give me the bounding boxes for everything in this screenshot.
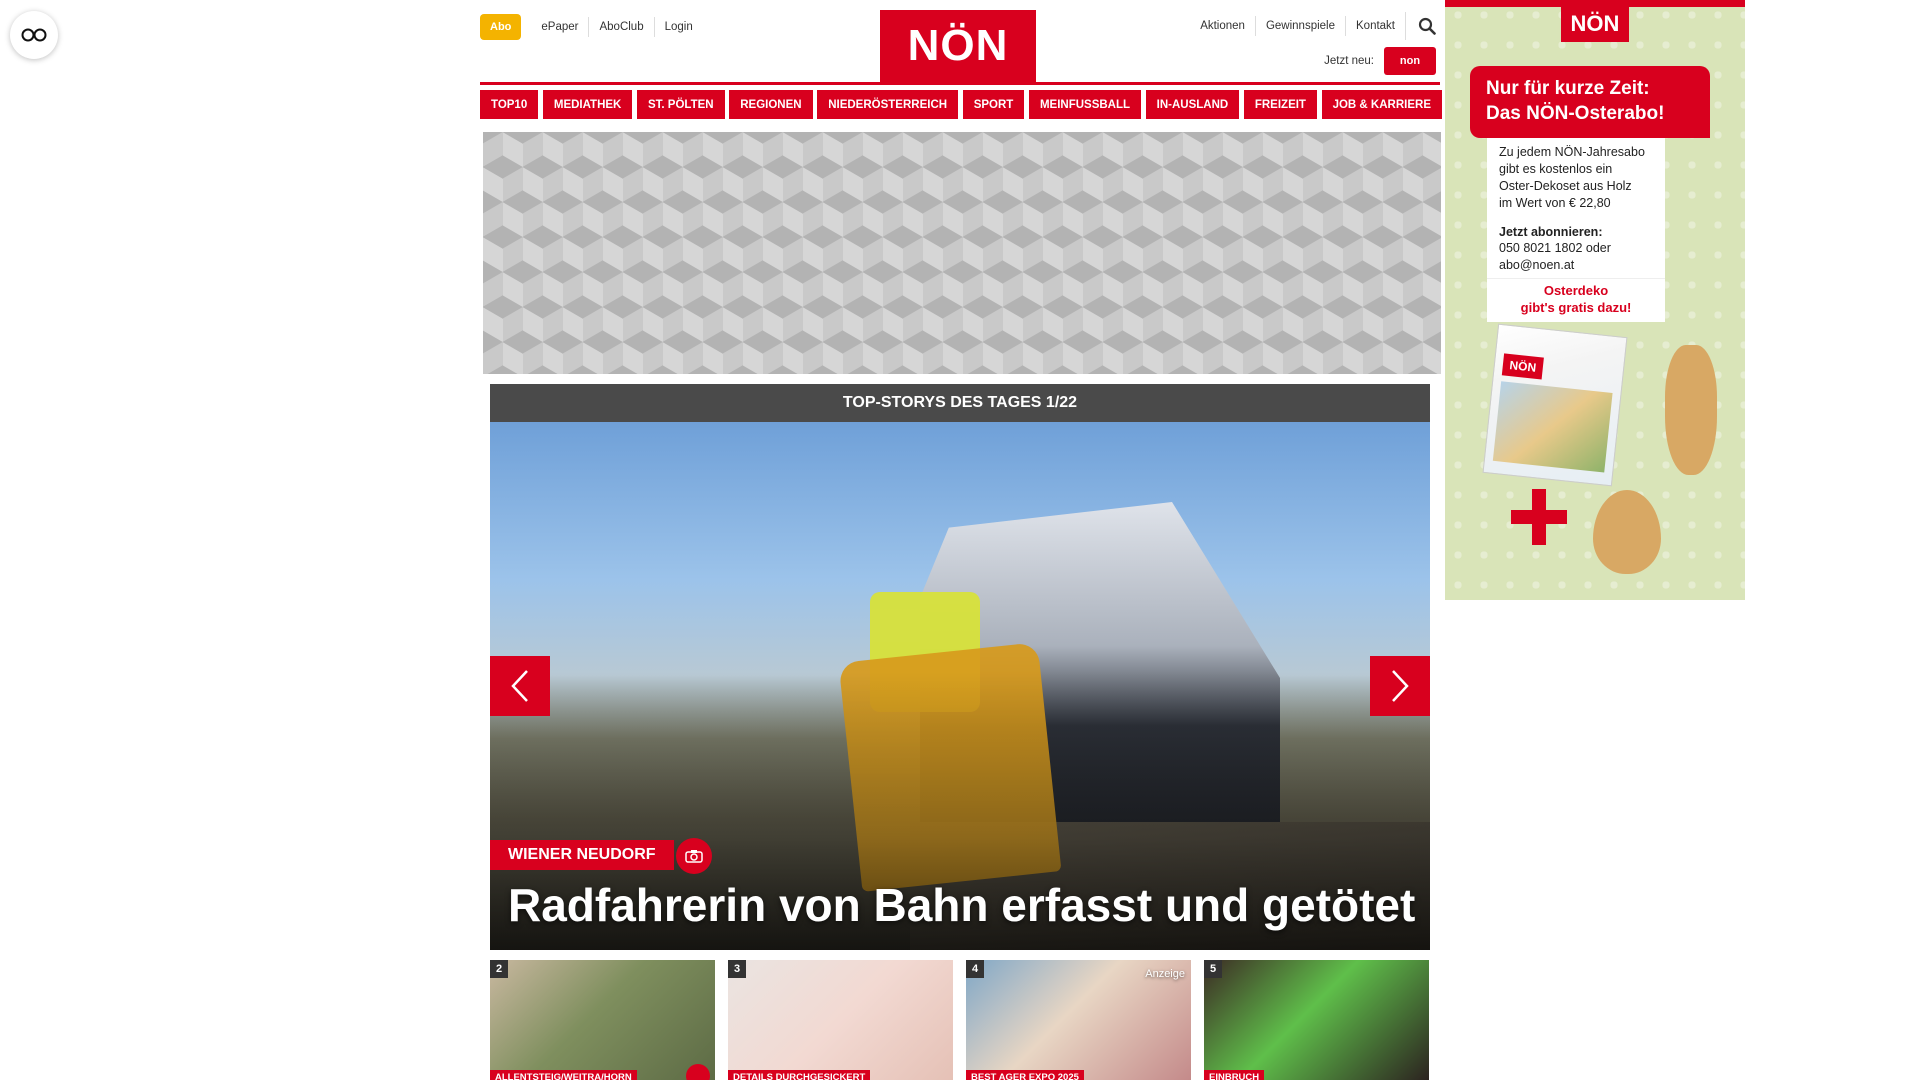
camera-icon — [686, 1064, 710, 1080]
thumb-number: 2 — [490, 960, 508, 978]
login-link[interactable]: Login — [653, 17, 703, 37]
side-ad-heading: Nur für kurze Zeit: Das NÖN-Osterabo! — [1470, 66, 1710, 138]
thumb-tag: BEST AGER EXPO 2025 — [966, 1070, 1084, 1080]
accessibility-button[interactable] — [10, 11, 58, 59]
hero-image[interactable] — [490, 422, 1430, 950]
camera-icon — [685, 850, 703, 863]
thumb-anzeige-label: Anzeige — [1145, 968, 1185, 980]
header-divider — [480, 82, 1440, 85]
thumb-number: 5 — [1204, 960, 1222, 978]
nav-item-in-ausland[interactable]: IN-AUSLAND — [1145, 90, 1240, 119]
jetzt-neu[interactable]: Jetzt neu: non — [1324, 47, 1436, 75]
site-logo[interactable]: NÖN — [880, 10, 1036, 82]
side-ad-logo: NÖN — [1561, 6, 1629, 42]
kontakt-link[interactable]: Kontakt — [1345, 16, 1405, 36]
gewinnspiele-link[interactable]: Gewinnspiele — [1254, 16, 1345, 36]
side-advertisement[interactable]: NÖN Nur für kurze Zeit: Das NÖN-Osterabo… — [1445, 0, 1745, 600]
aktionen-link[interactable]: Aktionen — [1190, 16, 1255, 36]
nav-item-st-poelten[interactable]: ST. PÖLTEN — [637, 90, 725, 119]
thumb-number: 4 — [966, 960, 984, 978]
abo-button[interactable]: Abo — [480, 14, 522, 40]
nav-item-freizeit[interactable]: FREIZEIT — [1243, 90, 1317, 119]
thumb-tag: ALLENTSTEIG/WEITRA/HORN — [490, 1070, 637, 1080]
egg-decoration-image — [1593, 490, 1661, 574]
nav-item-meinfussball[interactable]: MEINFUSSBALL — [1028, 90, 1142, 119]
ad-banner[interactable] — [483, 132, 1441, 374]
side-ad-heading-line2: Das NÖN-Osterabo! — [1486, 102, 1665, 124]
plus-icon-vertical — [1532, 489, 1546, 545]
side-ad-red-line1: Osterdeko — [1543, 283, 1609, 298]
aboclub-link[interactable]: AboClub — [588, 17, 653, 37]
top-stories-header: TOP-STORYS DES TAGES 1/22 — [490, 384, 1430, 422]
nav-item-regionen[interactable]: REGIONEN — [729, 90, 813, 119]
search-icon — [1418, 17, 1436, 35]
thumb-tag: DETAILS DURCHGESICKERT — [728, 1070, 871, 1080]
story-thumb-2[interactable]: 2 ALLENTSTEIG/WEITRA/HORN — [490, 960, 715, 1080]
top-links-left: Abo ePaper AboClub Login — [480, 14, 703, 40]
hero-gallery-button[interactable] — [676, 838, 712, 874]
jetzt-neu-label: Jetzt neu: — [1324, 55, 1374, 67]
side-ad-cta-label: Jetzt abonnieren: — [1499, 224, 1603, 239]
side-ad-heading-line1: Nur für kurze Zeit: — [1486, 78, 1650, 99]
side-ad-cta-phone: 050 8021 1802 oder — [1499, 241, 1611, 256]
chevron-right-icon — [1392, 670, 1409, 702]
side-ad-magazine-image: NÖN — [1482, 323, 1628, 487]
search-button[interactable] — [1405, 12, 1440, 40]
carousel-next-button[interactable] — [1370, 656, 1430, 716]
glasses-icon — [21, 28, 47, 42]
side-ad-magazine-logo: NÖN — [1501, 353, 1544, 380]
side-ad-magazine-cover — [1492, 381, 1613, 473]
epaper-link[interactable]: ePaper — [531, 17, 588, 37]
thumb-tag: EINBRUCH — [1204, 1070, 1265, 1080]
story-thumb-5[interactable]: 5 EINBRUCH — [1204, 960, 1429, 1080]
story-thumb-4[interactable]: 4 Anzeige BEST AGER EXPO 2025 — [966, 960, 1191, 1080]
nav-item-niederoesterreich[interactable]: NIEDERÖSTERREICH — [817, 90, 959, 119]
thumb-number: 3 — [728, 960, 746, 978]
side-ad-body-line: im Wert von € 22,80 — [1499, 195, 1611, 210]
bunny-decoration-image — [1665, 345, 1717, 475]
side-ad-red-note: Osterdeko gibt's gratis dazu! — [1487, 278, 1665, 322]
carousel-prev-button[interactable] — [490, 656, 550, 716]
side-ad-red-line2: gibt's gratis dazu! — [1520, 299, 1632, 315]
site-header: Abo ePaper AboClub Login NÖN Aktionen Ge… — [480, 0, 1440, 82]
top-links-right: Aktionen Gewinnspiele Kontakt — [1190, 12, 1440, 40]
side-ad-body-line: Oster-Dekoset aus Holz — [1499, 178, 1632, 193]
main-nav: TOP10 MEDIATHEK ST. PÖLTEN REGIONEN NIED… — [480, 90, 1442, 119]
nav-item-job-karriere[interactable]: JOB & KARRIERE — [1321, 90, 1442, 119]
side-ad-cta-mail: abo@noen.at — [1499, 258, 1575, 273]
nav-item-sport[interactable]: SPORT — [962, 90, 1025, 119]
hero-category-tag[interactable]: WIENER NEUDORF — [490, 840, 674, 870]
chevron-left-icon — [511, 670, 528, 702]
story-thumb-3[interactable]: 3 DETAILS DURCHGESICKERT — [728, 960, 953, 1080]
side-ad-fineprint — [1733, 14, 1739, 16]
nav-item-top10[interactable]: TOP10 — [480, 90, 539, 119]
jetzt-neu-badge[interactable]: non — [1384, 47, 1436, 75]
side-ad-body-line: gibt es kostenlos ein — [1499, 161, 1613, 176]
hero-headline[interactable]: Radfahrerin von Bahn erfasst und getötet — [508, 878, 1415, 932]
nav-item-mediathek[interactable]: MEDIATHEK — [542, 90, 633, 119]
side-ad-body-line: Zu jedem NÖN-Jahresabo — [1499, 145, 1645, 159]
